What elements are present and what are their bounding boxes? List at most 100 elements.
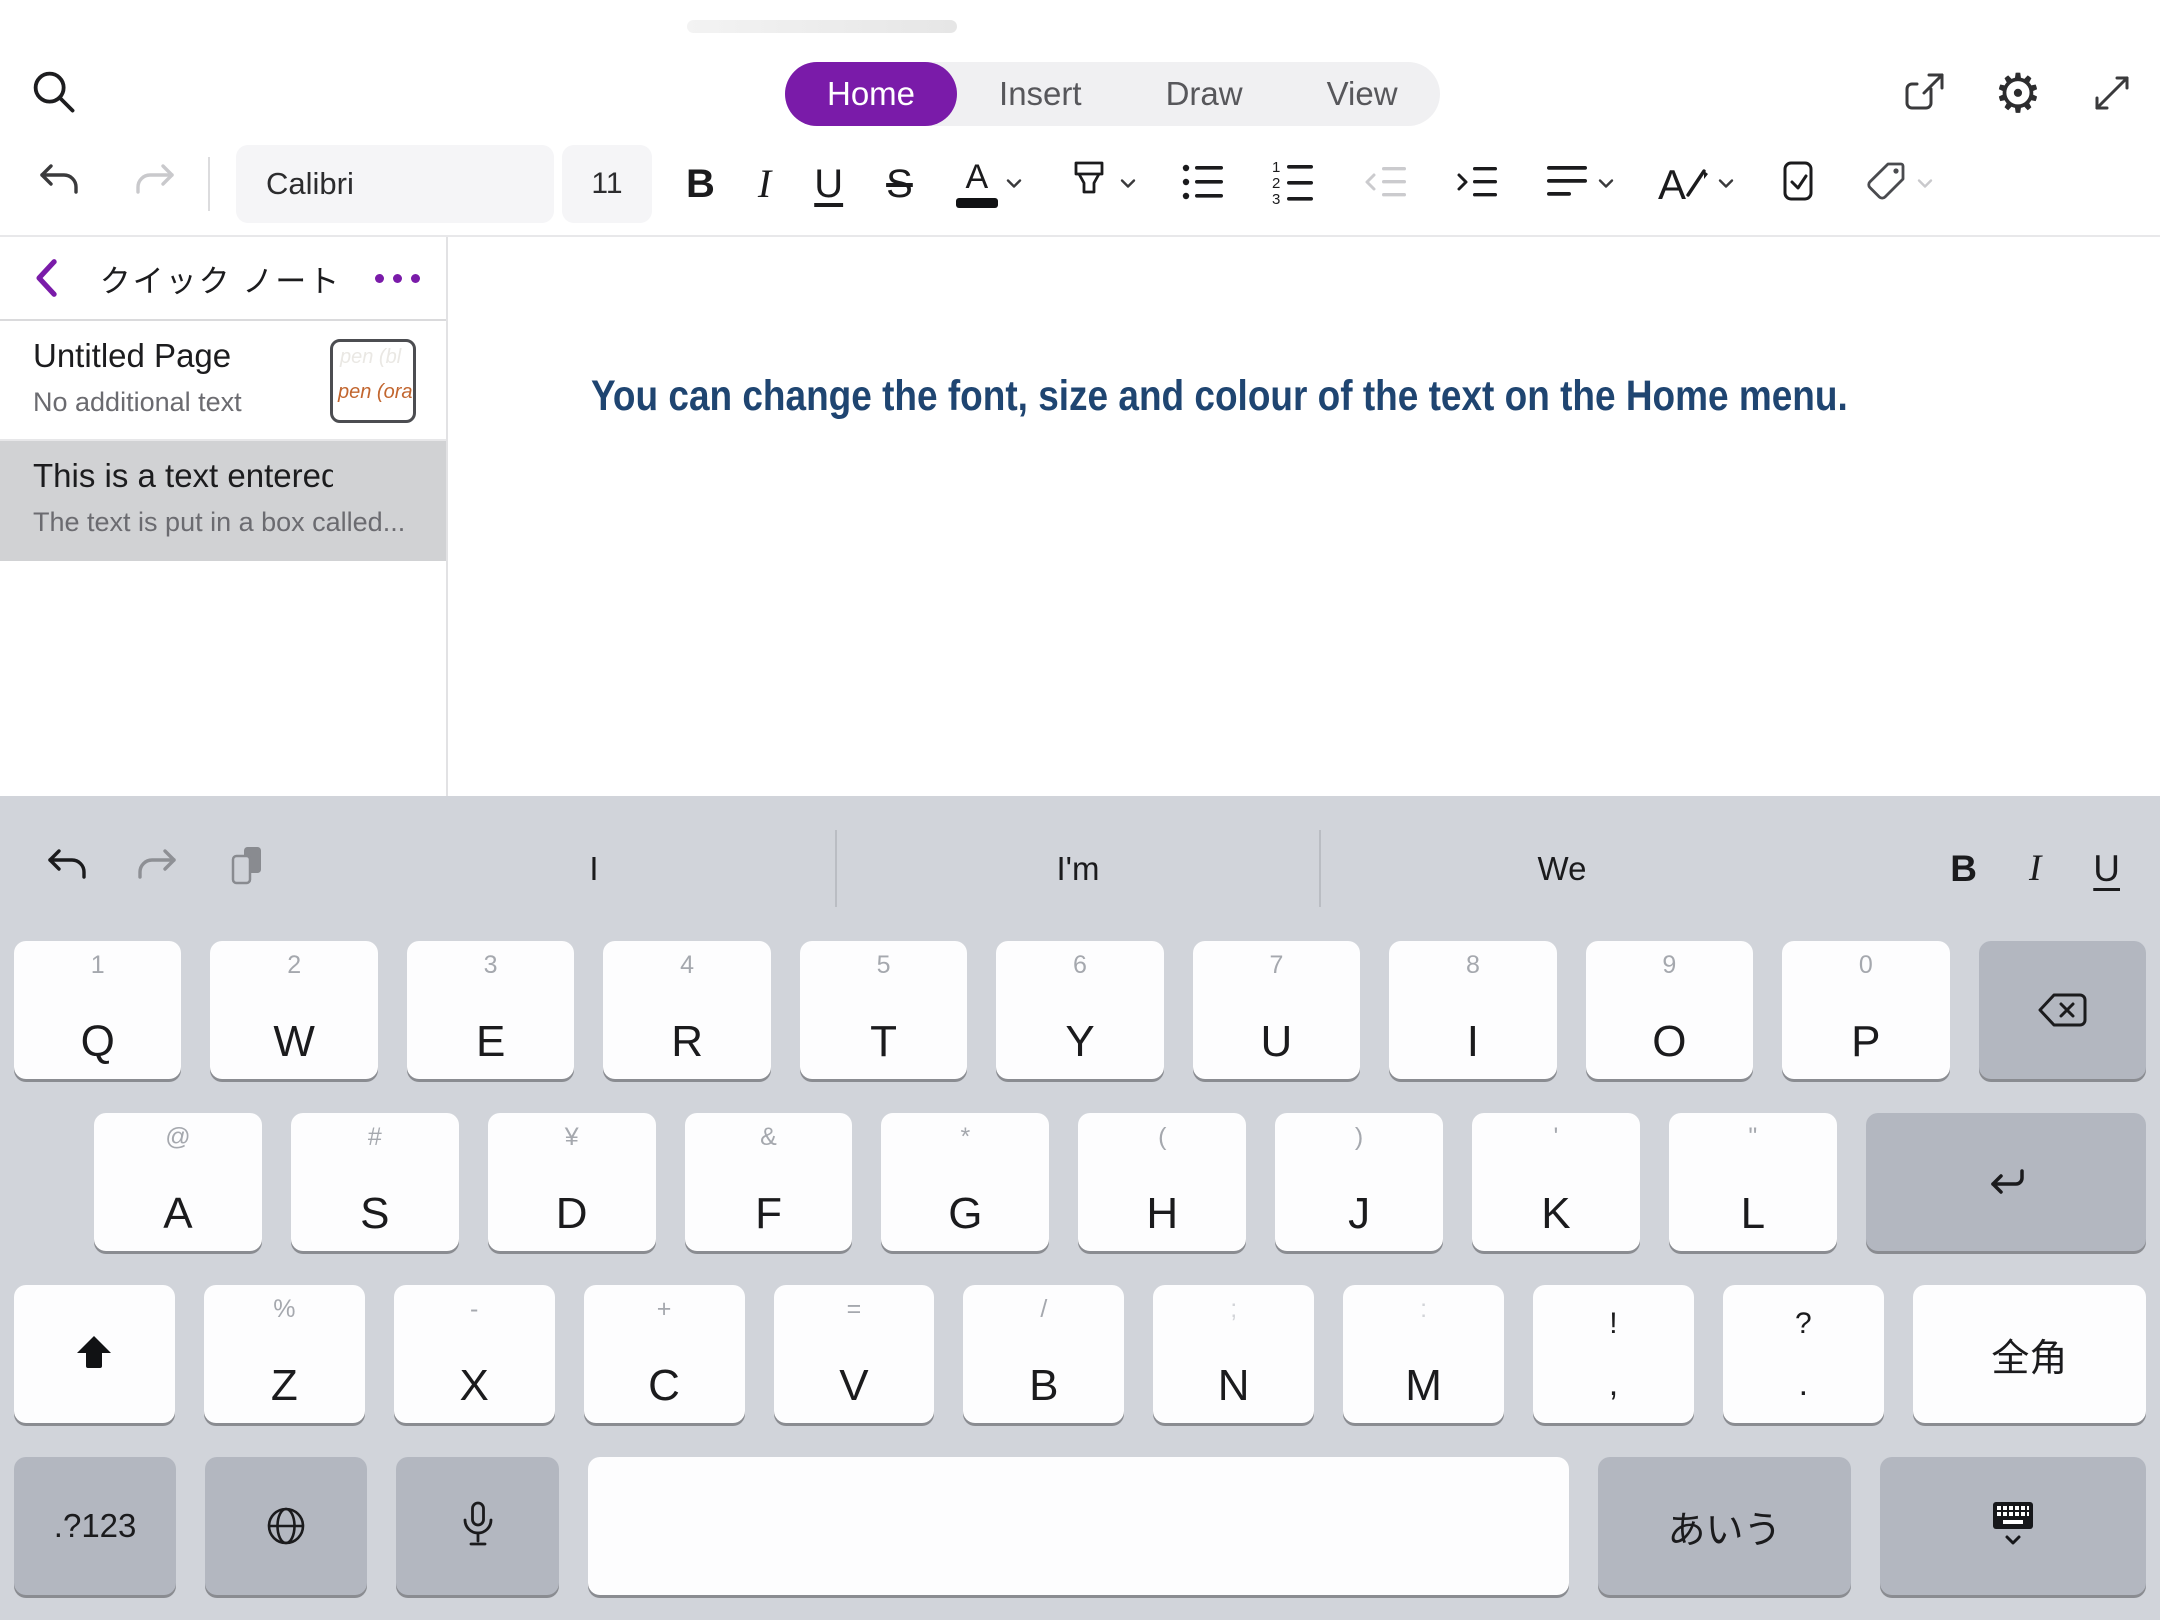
expand-button[interactable] [2086,66,2138,122]
font-styles-button[interactable]: A [1658,159,1735,208]
key-d[interactable]: D¥ [488,1113,656,1251]
note-canvas[interactable]: You can change the font, size and colour… [450,237,2160,796]
back-button[interactable] [26,256,66,300]
numbered-icon: 123 [1271,158,1319,209]
key-z[interactable]: Z% [204,1285,365,1423]
kb-bold-button[interactable]: B [1950,848,1977,890]
font-color-button[interactable]: A [956,160,1023,208]
note-text[interactable]: You can change the font, size and colour… [591,372,1848,421]
outdent-icon [1362,160,1410,207]
key-y[interactable]: Y6 [996,941,1163,1079]
bold-button[interactable]: B [686,164,715,204]
key-o[interactable]: O9 [1586,941,1753,1079]
globe-key[interactable] [205,1457,367,1595]
page-item-2[interactable]: This is a text entered in...The text is … [0,441,446,561]
key-e[interactable]: E3 [407,941,574,1079]
kb-format-buttons: BIU [1950,796,2120,941]
shift-key[interactable] [14,1285,175,1423]
italic-button[interactable]: I [758,164,771,204]
space-key[interactable] [588,1457,1569,1595]
tab-view[interactable]: View [1285,62,1440,126]
key-s[interactable]: S# [291,1113,459,1251]
numbers-key[interactable]: .?123 [14,1457,176,1595]
suggestion-3[interactable]: We [1320,796,1804,941]
key-m[interactable]: M: [1343,1285,1504,1423]
key-h[interactable]: H( [1078,1113,1246,1251]
key-v[interactable]: V= [774,1285,935,1423]
key-g[interactable]: G* [881,1113,1049,1251]
key-q[interactable]: Q1 [14,941,181,1079]
keyboard-accessory-bar: II'mWe BIU [0,796,2160,941]
page-item-1[interactable]: Untitled PageNo additional textpen (blpe… [0,321,446,441]
question-period-key[interactable]: ?. [1723,1285,1884,1423]
share-button[interactable] [1898,66,1950,122]
onscreen-keyboard: II'mWe BIU Q1W2E3R4T5Y6U7I8O9P0A@S#D¥F&G… [0,796,2160,1620]
underline-button-glyph: U [814,164,843,204]
tab-draw[interactable]: Draw [1124,62,1285,126]
key-r[interactable]: R4 [603,941,770,1079]
highlight-button[interactable] [1066,157,1137,210]
indent-button[interactable] [1453,160,1501,207]
backspace-key[interactable] [1979,941,2146,1079]
globe-icon [205,1457,367,1595]
zenkaku-key[interactable]: 全角 [1913,1285,2146,1423]
dismiss-keyboard-key[interactable] [1880,1457,2146,1595]
kb-paste-button[interactable] [224,796,270,941]
key-a[interactable]: A@ [94,1113,262,1251]
kb-redo-button[interactable] [132,796,180,941]
key-t[interactable]: T5 [800,941,967,1079]
indent-icon [1453,160,1501,207]
gear-button[interactable]: ⚙ [1992,66,2044,122]
search-button[interactable] [28,66,84,122]
key-l[interactable]: L" [1669,1113,1837,1251]
key-x[interactable]: X- [394,1285,555,1423]
dictation-key[interactable] [396,1457,558,1595]
page-title: This is a text entered in... [33,457,333,495]
alignment-button[interactable] [1544,162,1615,205]
key-j[interactable]: J) [1275,1113,1443,1251]
format-buttons: B I U S A 123 A [686,157,1934,210]
key-i[interactable]: I8 [1389,941,1556,1079]
page-list: Untitled PageNo additional textpen (blpe… [0,321,446,561]
window-drag-handle[interactable] [687,20,957,33]
key-w[interactable]: W2 [210,941,377,1079]
font-size-select[interactable]: 11 [562,145,652,223]
key-u[interactable]: U7 [1193,941,1360,1079]
mic-icon [396,1457,558,1595]
key-n[interactable]: N; [1153,1285,1314,1423]
underline-button[interactable]: U [814,164,843,204]
more-options-button[interactable] [375,274,420,283]
kana-key[interactable]: あいう [1598,1457,1851,1595]
exclaim-comma-key[interactable]: !, [1533,1285,1694,1423]
tag-button[interactable] [1861,158,1934,209]
todo-checkbox-button[interactable] [1778,158,1818,209]
align-icon [1544,162,1590,205]
redo-button[interactable] [130,160,178,207]
font-name-select[interactable]: Calibri [236,145,554,223]
checkbox-icon [1778,158,1818,209]
keyboard-row-1: Q1W2E3R4T5Y6U7I8O9P0 [14,941,2146,1079]
svg-text:3: 3 [1272,191,1280,206]
key-f[interactable]: F& [685,1113,853,1251]
outdent-button[interactable] [1362,160,1410,207]
key-k[interactable]: K' [1472,1113,1640,1251]
kb-undo-button[interactable] [44,796,92,941]
key-b[interactable]: B/ [963,1285,1124,1423]
undo-button[interactable] [36,160,84,207]
suggestion-1[interactable]: I [352,796,836,941]
key-c[interactable]: C+ [584,1285,745,1423]
redo-icon [132,845,180,892]
kb-underline-button[interactable]: U [2093,848,2120,890]
key-p[interactable]: P0 [1782,941,1949,1079]
return-key[interactable] [1866,1113,2146,1251]
tab-home[interactable]: Home [785,62,957,126]
suggestion-2[interactable]: I'm [836,796,1320,941]
kb-italic-button[interactable]: I [2029,847,2041,890]
italic-button-glyph: I [758,164,771,204]
tab-insert[interactable]: Insert [957,62,1124,126]
strikethrough-button[interactable]: S [886,164,913,204]
bullet-list-button[interactable] [1180,160,1228,207]
backspace-icon [1979,941,2146,1079]
numbered-list-button[interactable]: 123 [1271,158,1319,209]
page-title: Untitled Page [33,337,333,375]
